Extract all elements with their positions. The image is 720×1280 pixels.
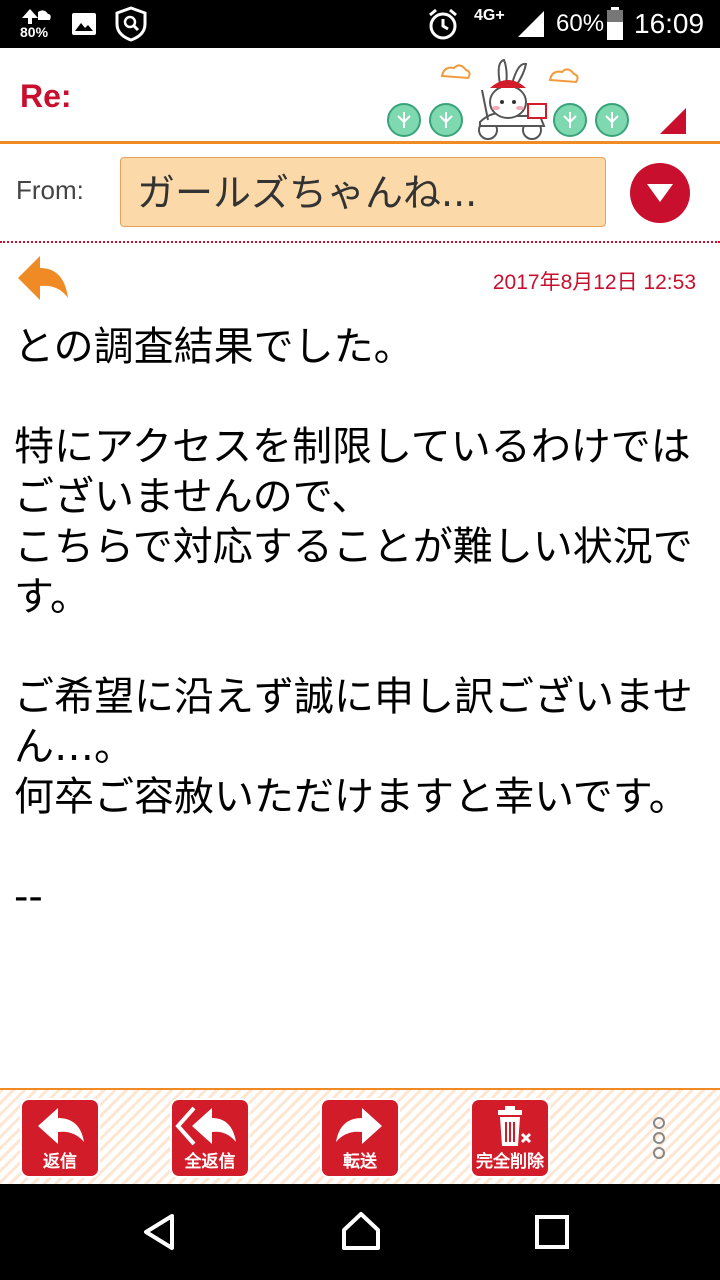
battery-icon: [606, 0, 624, 48]
action-toolbar: 返信 全返信 転送 完全削除: [0, 1088, 720, 1184]
body-paragraph: ご希望に沿えず誠に申し訳ございません…。 何卒ご容赦いただけますと幸いです。: [14, 674, 693, 820]
reply-all-button[interactable]: 全返信: [172, 1100, 248, 1176]
delete-label: 完全削除: [476, 1152, 544, 1172]
mascot-illustration-icon: [387, 58, 629, 140]
clock: 16:09: [634, 8, 705, 39]
reply-button[interactable]: 返信: [22, 1100, 98, 1176]
battery-percent: 60%: [556, 10, 605, 37]
reply-label: 返信: [43, 1152, 77, 1172]
reply-all-label: 全返信: [184, 1152, 236, 1172]
sender-dropdown-button[interactable]: [630, 163, 690, 223]
more-options-icon[interactable]: [648, 1116, 670, 1160]
sender-field[interactable]: ガールズちゃんね...: [120, 157, 606, 227]
forward-label: 転送: [343, 1152, 377, 1172]
message-body: との調査結果でした。 特にアクセスを制限しているわけではございませんので、 こち…: [14, 322, 710, 1088]
body-paragraph: 特にアクセスを制限しているわけではございませんので、 こちらで対応することが難し…: [14, 424, 693, 620]
message-meta: 2017年8月12日 12:53: [0, 246, 720, 310]
signal-icon: [516, 0, 548, 48]
chevron-down-icon: [647, 184, 673, 202]
status-bar: 80% 4G+ 60% 16:09: [0, 0, 720, 48]
reply-all-icon: [175, 1106, 236, 1146]
back-arrow-icon[interactable]: [16, 252, 70, 304]
alarm-icon: [426, 0, 460, 48]
recents-nav-icon[interactable]: [534, 1214, 570, 1250]
shield-search-icon: [114, 0, 148, 48]
forward-button[interactable]: 転送: [322, 1100, 398, 1176]
trash-icon: [498, 1106, 532, 1146]
back-nav-icon[interactable]: [140, 1212, 180, 1252]
home-nav-icon[interactable]: [340, 1210, 382, 1252]
data-speed: 80%: [20, 24, 49, 40]
network-type: 4G+: [474, 7, 505, 24]
delete-button[interactable]: 完全削除: [472, 1100, 548, 1176]
from-label: From:: [16, 175, 84, 205]
signature-separator: --: [14, 874, 43, 920]
reply-icon: [38, 1108, 84, 1144]
system-nav-bar: [0, 1184, 720, 1280]
body-paragraph: との調査結果でした。: [14, 324, 414, 370]
from-row: From: ガールズちゃんね...: [0, 147, 720, 243]
message-date: 2017年8月12日 12:53: [492, 271, 696, 294]
forward-icon: [336, 1108, 382, 1144]
mail-header: Re:: [0, 48, 720, 144]
image-icon: [70, 0, 98, 48]
subject-prefix: Re:: [20, 78, 72, 114]
corner-marker-icon: [660, 108, 686, 134]
